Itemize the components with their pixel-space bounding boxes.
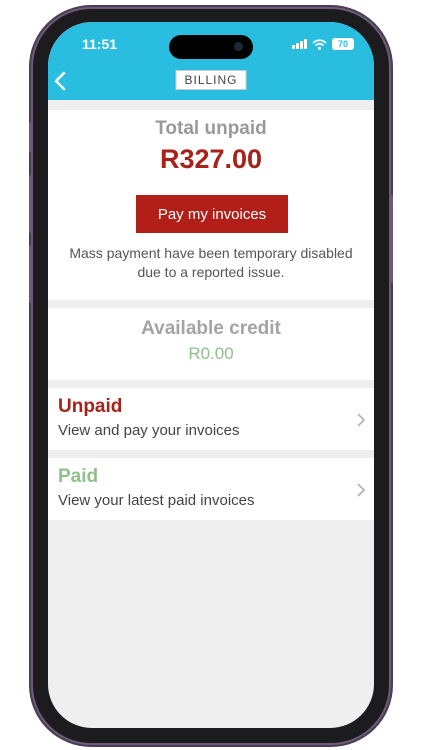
signal-icon (292, 39, 307, 49)
available-credit-card: Available credit R0.00 (48, 308, 374, 380)
top-bar: 11:51 70 BILLING (48, 22, 374, 100)
wifi-icon (312, 38, 327, 50)
total-unpaid-amount: R327.00 (159, 144, 263, 174)
payment-disabled-notice: Mass payment have been temporary disable… (69, 245, 353, 280)
available-credit-label: Available credit (141, 318, 281, 339)
paid-invoices-row[interactable]: Paid View your latest paid invoices (48, 458, 374, 520)
unpaid-summary-card: Total unpaid R327.00 Pay my invoices Mas… (48, 110, 374, 300)
available-credit-amount: R0.00 (188, 344, 234, 363)
phone-side-button (29, 245, 33, 303)
unpaid-row-subtitle: View and pay your invoices (58, 422, 240, 439)
chevron-right-icon (357, 483, 366, 497)
chevron-right-icon (357, 413, 366, 427)
phone-side-button (389, 195, 393, 283)
status-icons: 70 (292, 38, 354, 50)
status-time: 11:51 (82, 36, 118, 52)
pay-invoices-button[interactable]: Pay my invoices (136, 195, 288, 233)
unpaid-invoices-row[interactable]: Unpaid View and pay your invoices (48, 388, 374, 450)
phone-side-button (29, 175, 33, 233)
dynamic-island (169, 35, 253, 59)
page-title: BILLING (175, 70, 247, 90)
paid-row-subtitle: View your latest paid invoices (58, 492, 255, 509)
back-chevron-icon[interactable] (52, 70, 70, 92)
phone-side-button (29, 122, 33, 152)
battery-icon: 70 (332, 38, 354, 50)
app-screen: 11:51 70 BILLING Total unpaid R327.00 Pa… (48, 22, 374, 728)
unpaid-row-title: Unpaid (58, 396, 123, 417)
camera-icon (234, 42, 243, 51)
paid-row-title: Paid (58, 466, 99, 487)
total-unpaid-label: Total unpaid (155, 118, 267, 139)
